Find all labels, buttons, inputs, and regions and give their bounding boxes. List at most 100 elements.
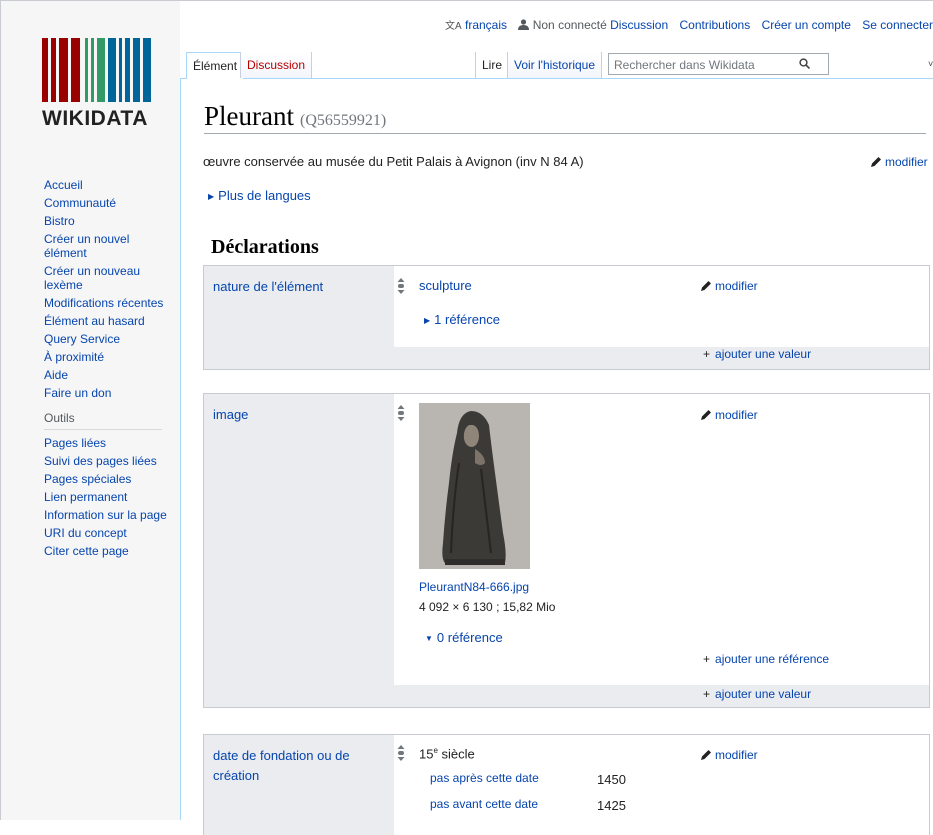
more-languages-toggle[interactable]: ▶ Plus de langues: [208, 188, 311, 203]
references-label: 1 référence: [434, 312, 500, 327]
edit-founding-button[interactable]: modifier: [700, 748, 758, 762]
qualifier-not-before-value: 1425: [597, 798, 626, 813]
translate-icon: 文A: [444, 21, 462, 32]
personal-tools: 文A français Non connecté Discussion Cont…: [437, 17, 933, 32]
sidebar-item-accueil[interactable]: Accueil: [44, 178, 176, 192]
contributions-link[interactable]: Contributions: [680, 18, 751, 32]
sidebar-item-create-lexeme[interactable]: Créer un nouveau lexème: [44, 264, 154, 292]
references-toggle-image[interactable]: ▼ 0 référence: [425, 630, 503, 645]
item-label: Pleurant: [204, 101, 294, 131]
tab-history-label: Voir l'historique: [514, 58, 595, 72]
sidebar-item-permalink[interactable]: Lien permanent: [44, 490, 176, 504]
plus-icon: +: [703, 652, 711, 666]
sidebar-item-communaute[interactable]: Communauté: [44, 196, 176, 210]
qualifier-not-before-label[interactable]: pas avant cette date: [430, 797, 538, 811]
qualifier-not-after-label[interactable]: pas après cette date: [430, 771, 539, 785]
property-cell: image: [204, 394, 394, 707]
sidebar-item-concept-uri[interactable]: URI du concept: [44, 526, 176, 540]
edit-description-button[interactable]: modifier: [870, 155, 928, 169]
triangle-down-icon: ▼: [425, 634, 433, 643]
sidebar-item-special-pages[interactable]: Pages spéciales: [44, 472, 176, 486]
sidebar-item-donate[interactable]: Faire un don: [44, 386, 176, 400]
references-label: 0 référence: [436, 630, 503, 645]
value-century: 15e siècle: [419, 746, 475, 761]
image-thumbnail[interactable]: [419, 403, 530, 569]
sidebar-item-nearby[interactable]: À proximité: [44, 350, 176, 364]
tab-read[interactable]: Lire: [475, 52, 509, 78]
sidebar-item-create-item[interactable]: Créer un nouvel élément: [44, 232, 154, 260]
property-link-founding[interactable]: date de fondation ou de création: [213, 748, 350, 783]
search-placeholder: Rechercher dans Wikidata: [614, 58, 755, 72]
image-fileinfo: 4 092 × 6 130 ; 15,82 Mio: [419, 600, 556, 614]
add-value-image-button[interactable]: + ajouter une valeur: [703, 687, 811, 701]
statement-group-nature: nature de l'élément: [203, 265, 930, 370]
tab-read-label: Lire: [482, 58, 503, 72]
add-reference-label: ajouter une référence: [715, 652, 830, 666]
property-cell: nature de l'élément: [204, 266, 394, 369]
user-status-label: Non connecté: [532, 18, 607, 32]
sidebar: Accueil Communauté Bistro Créer un nouve…: [44, 178, 176, 562]
title-divider: [204, 133, 926, 134]
qualifier-not-after-value: 1450: [597, 772, 626, 787]
sidebar-item-related-changes[interactable]: Suivi des pages liées: [44, 454, 176, 468]
tab-discussion-label: Discussion: [247, 58, 306, 72]
more-languages-label: Plus de langues: [218, 188, 311, 203]
rank-selector-icon[interactable]: [397, 405, 405, 421]
sidebar-item-bistro[interactable]: Bistro: [44, 214, 176, 228]
triangle-right-icon: ▶: [208, 192, 215, 201]
sidebar-item-random[interactable]: Élément au hasard: [44, 314, 176, 328]
create-account-link[interactable]: Créer un compte: [762, 18, 851, 32]
edit-label: modifier: [715, 748, 758, 762]
statements-heading: Déclarations: [211, 236, 319, 258]
add-value-bar: [394, 347, 929, 369]
edit-label: modifier: [885, 155, 928, 169]
sidebar-item-cite[interactable]: Citer cette page: [44, 544, 176, 558]
edit-label: modifier: [715, 279, 758, 293]
sidebar-tools-heading: Outils: [44, 411, 162, 430]
sidebar-item-query-service[interactable]: Query Service: [44, 332, 176, 346]
add-value-bar: [394, 685, 929, 707]
edit-nature-button[interactable]: modifier: [700, 279, 758, 293]
edit-image-button[interactable]: modifier: [700, 408, 758, 422]
user-discussion-link[interactable]: Discussion: [610, 18, 668, 32]
sidebar-item-help[interactable]: Aide: [44, 368, 176, 382]
sidebar-item-page-info[interactable]: Information sur la page: [44, 508, 176, 522]
rank-selector-icon[interactable]: [397, 278, 405, 294]
add-value-label: ajouter une valeur: [715, 347, 812, 361]
century-word: siècle: [437, 746, 475, 762]
login-link[interactable]: Se connecter: [862, 18, 933, 32]
edit-label: modifier: [715, 408, 758, 422]
sidebar-item-recent-changes[interactable]: Modifications récentes: [44, 296, 176, 310]
user-icon: [518, 19, 530, 30]
rank-selector-icon[interactable]: [397, 745, 405, 761]
sidebar-item-linked-pages[interactable]: Pages liées: [44, 436, 176, 450]
references-toggle-nature[interactable]: ▶ 1 référence: [424, 312, 500, 327]
property-link-nature[interactable]: nature de l'élément: [213, 279, 323, 294]
tab-element-label: Élément: [193, 59, 238, 73]
tab-history[interactable]: Voir l'historique: [507, 52, 602, 78]
property-link-image[interactable]: image: [213, 407, 248, 422]
pencil-icon: [701, 750, 711, 760]
pencil-icon: [871, 157, 881, 167]
add-value-nature-button[interactable]: + ajouter une valeur: [703, 347, 811, 361]
window-left-border: [0, 0, 1, 820]
century-number: 15: [419, 746, 434, 762]
window-top-border: [0, 0, 933, 1]
add-reference-button[interactable]: + ajouter une référence: [703, 652, 829, 666]
language-selector[interactable]: 文A français: [445, 18, 510, 32]
image-filename-link[interactable]: PleurantN84-666.jpg: [419, 580, 529, 594]
search-input[interactable]: Rechercher dans Wikidata: [608, 53, 829, 75]
value-sculpture-link[interactable]: sculpture: [419, 278, 472, 293]
add-value-label: ajouter une valeur: [715, 687, 812, 701]
language-label: français: [465, 18, 508, 32]
search-icon[interactable]: [799, 54, 811, 76]
tab-element[interactable]: Élément: [186, 52, 245, 79]
plus-icon: +: [703, 347, 711, 361]
item-id: (Q56559921): [299, 112, 387, 129]
pencil-icon: [701, 410, 711, 420]
logo-wordmark: WIKIDATA: [42, 107, 148, 130]
pencil-icon: [701, 281, 711, 291]
wikidata-logo[interactable]: WIKIDATA: [40, 38, 160, 136]
tab-discussion[interactable]: Discussion: [240, 52, 313, 78]
more-menu-chevron-icon[interactable]: ˅: [928, 59, 933, 69]
